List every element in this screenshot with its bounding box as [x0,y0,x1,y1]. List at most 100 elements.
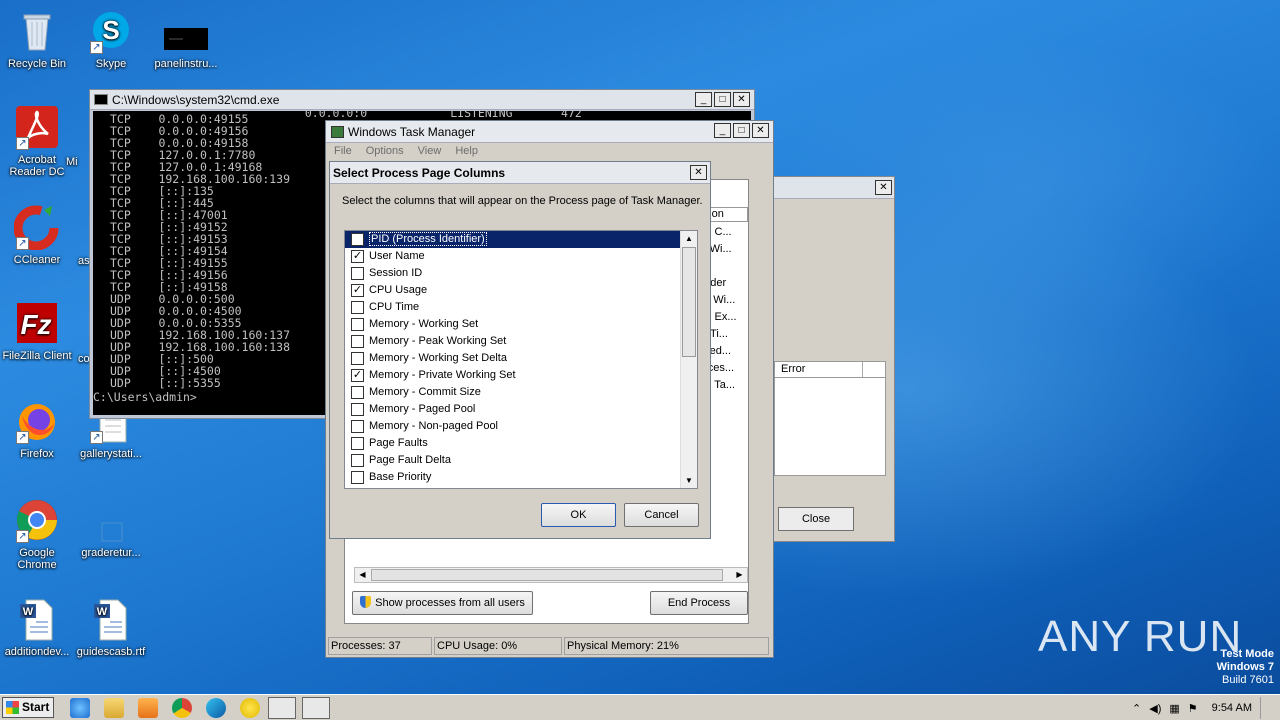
checkbox-checked[interactable]: ✓ [351,369,364,382]
show-all-processes-button[interactable]: Show processes from all users [352,591,533,615]
vertical-scrollbar[interactable]: ▲ ▼ [680,231,697,488]
checkbox-checked[interactable]: ✓ [351,250,364,263]
desktop-icon-chrome[interactable]: ↗ Google Chrome [0,497,74,571]
desktop-icon-partial[interactable]: Mi [66,156,86,168]
checkbox-unchecked[interactable] [351,267,364,280]
internet-explorer-icon[interactable] [70,698,90,718]
checkbox-unchecked[interactable] [351,301,364,314]
list-column-header[interactable]: Error [774,361,886,378]
media-player-icon[interactable] [138,698,158,718]
checkbox-unchecked[interactable] [351,454,364,467]
scroll-right-arrow-icon[interactable]: ▶ [732,568,747,582]
tray-volume-icon[interactable]: ◀) [1149,702,1161,715]
tray-flag-icon[interactable]: ⚑ [1188,702,1198,715]
select-columns-title-bar[interactable]: Select Process Page Columns ✕ [330,162,710,184]
desktop-icon-firefox[interactable]: ↗ Firefox [0,398,74,460]
desktop-icon-panelinstru[interactable]: panelinstru... [149,8,223,70]
close-button[interactable]: ✕ [690,165,707,180]
scroll-up-arrow-icon[interactable]: ▲ [681,231,697,246]
checkbox-checked[interactable]: ✓ [351,284,364,297]
columns-checklist[interactable]: PID (Process Identifier) ✓ User Name Sessio… [344,230,698,489]
checkbox-unchecked[interactable] [351,437,364,450]
ok-button[interactable]: OK [541,503,616,527]
background-dialog-title-bar[interactable]: ✕ [766,177,894,199]
task-manager-title-bar[interactable]: Windows Task Manager _ □ ✕ [326,121,773,143]
column-option-label: PID (Process Identifier) [369,232,487,246]
file-explorer-icon[interactable] [104,698,124,718]
minimize-button[interactable]: _ [695,92,712,107]
desktop-icon-graderetur[interactable]: graderetur... [74,497,148,559]
checkbox-unchecked[interactable] [351,420,364,433]
menu-file[interactable]: File [334,145,352,157]
maximize-button[interactable]: □ [714,92,731,107]
start-button[interactable]: Start [2,697,54,718]
checkbox-unchecked[interactable] [351,233,364,246]
column-option-row[interactable]: Memory - Non-paged Pool [345,418,697,435]
column-option-row[interactable]: Memory - Peak Working Set [345,333,697,350]
cmd-taskbar-button[interactable] [302,697,330,719]
column-option-label: User Name [369,250,425,262]
shortcut-arrow-icon: ↗ [90,41,103,54]
scroll-left-arrow-icon[interactable]: ◀ [355,568,370,582]
column-option-row[interactable]: PID (Process Identifier) [345,231,697,248]
taskbar: Start ⌃ ◀) ▦ ⚑ 9:54 AM [0,694,1280,720]
checkbox-unchecked[interactable] [351,471,364,484]
tray-network-icon[interactable]: ▦ [1169,702,1179,715]
desktop-icon-acrobat[interactable]: ↗ Acrobat Reader DC [0,104,74,178]
horizontal-scrollbar[interactable]: ◀ ▶ [354,567,748,583]
checkbox-unchecked[interactable] [351,318,364,331]
desktop-icon-guidescasb[interactable]: W guidescasb.rtf [74,596,148,658]
close-dialog-button[interactable]: Close [778,507,854,531]
desktop-icon-recycle-bin[interactable]: Recycle Bin [0,8,74,70]
scroll-down-arrow-icon[interactable]: ▼ [681,473,697,488]
maximize-button[interactable]: □ [733,123,750,138]
cmd-title-bar[interactable]: C:\Windows\system32\cmd.exe _ □ ✕ [90,90,754,110]
column-option-row[interactable]: Page Fault Delta [345,452,697,469]
show-desktop-button[interactable] [1260,697,1272,719]
black-file-icon [163,8,209,54]
cancel-button[interactable]: Cancel [624,503,699,527]
close-button[interactable]: ✕ [752,123,769,138]
task-manager-window-buttons: _ □ ✕ [714,123,769,138]
checkbox-unchecked[interactable] [351,352,364,365]
column-option-row[interactable]: Base Priority [345,469,697,486]
desktop-icon-label: Skype [95,58,127,70]
scrollbar-thumb[interactable] [371,569,723,581]
column-option-row[interactable]: ✓ Memory - Private Working Set [345,367,697,384]
column-option-row[interactable]: ✓ CPU Usage [345,282,697,299]
app-icon[interactable] [240,698,260,718]
desktop-icon-filezilla[interactable]: Fz FileZilla Client [0,300,74,362]
end-process-button[interactable]: End Process [650,591,748,615]
checkbox-unchecked[interactable] [351,335,364,348]
error-list[interactable] [774,378,886,476]
desktop-icon-ccleaner[interactable]: ↗ CCleaner [0,204,74,266]
column-option-row[interactable]: ✓ User Name [345,248,697,265]
chrome-icon: ↗ [14,497,60,543]
menu-view[interactable]: View [418,145,442,157]
column-option-row[interactable]: Memory - Working Set Delta [345,350,697,367]
chrome-taskbar-icon[interactable] [172,698,192,718]
close-button[interactable]: ✕ [733,92,750,107]
checkbox-unchecked[interactable] [351,386,364,399]
desktop-icon-skype[interactable]: S ↗ Skype [74,8,148,70]
scrollbar-thumb[interactable] [682,247,696,357]
checkbox-unchecked[interactable] [351,403,364,416]
desktop-icon-additiondev[interactable]: W additiondev... [0,596,74,658]
tray-expand-icon[interactable]: ⌃ [1132,702,1141,715]
column-option-row[interactable]: Memory - Paged Pool [345,401,697,418]
column-option-row[interactable]: Page Faults [345,435,697,452]
edge-icon[interactable] [206,698,226,718]
close-button[interactable]: ✕ [875,180,892,195]
background-dialog[interactable]: ✕ Error Close [765,176,895,542]
minimize-button[interactable]: _ [714,123,731,138]
task-manager-taskbar-button[interactable] [268,697,296,719]
column-option-row[interactable]: CPU Time [345,299,697,316]
clock[interactable]: 9:54 AM [1212,702,1252,714]
menu-help[interactable]: Help [455,145,478,157]
svg-text:Fz: Fz [20,309,51,340]
column-option-row[interactable]: Memory - Commit Size [345,384,697,401]
select-columns-dialog[interactable]: Select Process Page Columns ✕ Select the… [329,161,711,539]
column-option-row[interactable]: Session ID [345,265,697,282]
menu-options[interactable]: Options [366,145,404,157]
column-option-row[interactable]: Memory - Working Set [345,316,697,333]
